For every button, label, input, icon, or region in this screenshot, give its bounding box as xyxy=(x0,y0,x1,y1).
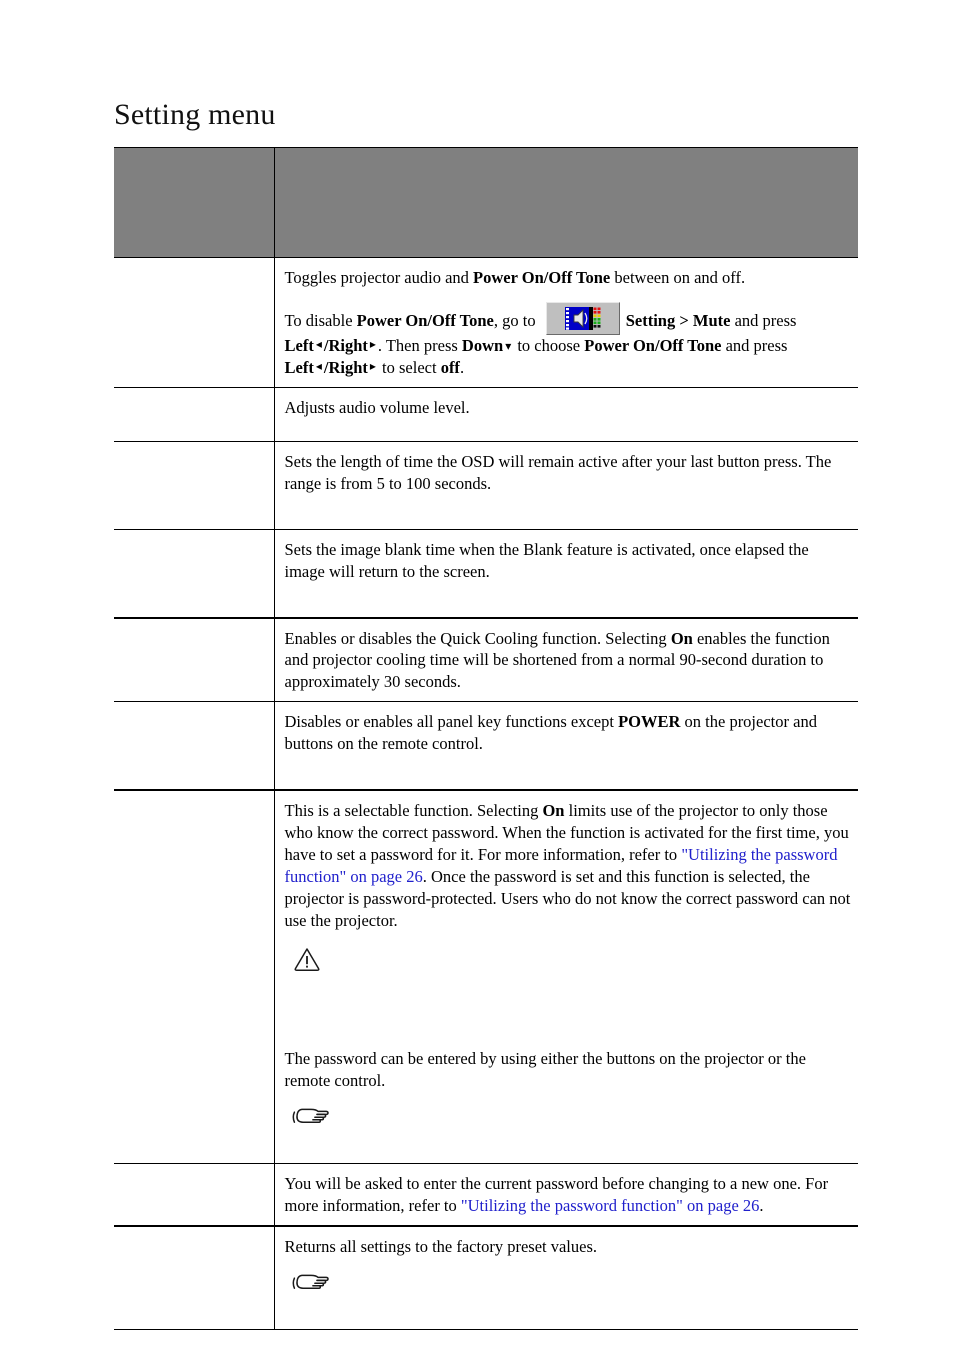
description-cell: Adjusts audio volume level. xyxy=(274,386,858,442)
table-row: You will be asked to enter the current p… xyxy=(114,1162,858,1227)
header-cell-function xyxy=(114,147,275,258)
paragraph: Enables or disables the Quick Cooling fu… xyxy=(285,628,853,694)
table-row: Enables or disables the Quick Cooling fu… xyxy=(114,616,858,703)
table-row: Sets the image blank time when the Blank… xyxy=(114,528,858,619)
table-header-row xyxy=(114,147,858,258)
text-run-bold: Power On/Off Tone xyxy=(584,335,722,355)
description-cell: This is a selectable function. Selecting… xyxy=(274,789,858,1164)
text-run: and press xyxy=(730,310,797,330)
paragraph: This is a selectable function. Selecting… xyxy=(285,800,853,932)
text-run: Enables or disables the Quick Cooling fu… xyxy=(284,628,671,648)
description-cell: Sets the length of time the OSD will rem… xyxy=(274,440,858,530)
function-cell xyxy=(114,1162,275,1227)
description-cell: Sets the image blank time when the Blank… xyxy=(274,528,858,619)
paragraph: Toggles projector audio and Power On/Off… xyxy=(285,267,853,289)
description-cell: You will be asked to enter the current p… xyxy=(274,1162,858,1227)
paragraph: To disable Power On/Off Tone, go to Sett… xyxy=(284,301,853,379)
function-label xyxy=(114,1227,274,1236)
function-label xyxy=(114,258,274,267)
audio-mute-icon-glyph xyxy=(564,306,601,330)
left-arrow-icon: ◂ xyxy=(315,336,322,351)
note-placeholder xyxy=(285,1301,853,1321)
paragraph: Adjusts audio volume level. xyxy=(284,397,470,417)
function-cell xyxy=(114,440,275,530)
paragraph: Disables or enables all panel key functi… xyxy=(285,711,853,755)
text-run: . Then press xyxy=(377,335,462,355)
right-arrow-icon: ▸ xyxy=(369,358,376,373)
paragraph: You will be asked to enter the current p… xyxy=(285,1173,853,1217)
function-cell xyxy=(114,701,275,791)
text-run: and press xyxy=(721,335,788,355)
function-label xyxy=(114,530,274,539)
text-run: between on and off. xyxy=(610,268,746,287)
text-run: To disable xyxy=(284,310,357,330)
paragraph: The password can be entered by using eit… xyxy=(284,1048,806,1090)
document-page: Setting menu Toggles projector audio and… xyxy=(0,0,954,1352)
table-row: Adjusts audio volume level. xyxy=(114,386,858,442)
text-run-bold: Power On/Off Tone xyxy=(356,310,494,330)
text-run-bold: /Right xyxy=(323,335,368,355)
function-cell xyxy=(114,257,275,388)
table-row: Disables or enables all panel key functi… xyxy=(114,701,858,791)
text-run-bold: On xyxy=(542,801,565,821)
function-label xyxy=(114,388,274,397)
page-title: Setting menu xyxy=(114,98,276,132)
text-run-bold: Down xyxy=(461,335,504,355)
cross-reference-link[interactable]: "Utilizing the password function" on pag… xyxy=(461,1196,760,1215)
text-run: to select xyxy=(377,357,441,377)
function-cell xyxy=(114,528,275,619)
text-run: , go to xyxy=(493,310,540,330)
table-row: Returns all settings to the factory pres… xyxy=(114,1224,858,1330)
description-cell: Disables or enables all panel key functi… xyxy=(274,701,858,791)
pointing-hand-icon xyxy=(292,1108,329,1123)
function-cell xyxy=(114,386,275,442)
description-cell: Enables or disables the Quick Cooling fu… xyxy=(274,616,858,703)
note-placeholder xyxy=(285,1135,853,1155)
text-run-bold: Power On/Off Tone xyxy=(473,268,611,287)
function-label xyxy=(114,791,274,800)
pointing-hand-icon xyxy=(292,1274,329,1289)
left-arrow-icon: ◂ xyxy=(315,358,322,373)
paragraph: Sets the image blank time when the Blank… xyxy=(284,539,809,581)
function-cell xyxy=(114,1224,275,1330)
function-label xyxy=(114,702,274,711)
table-row: Sets the length of time the OSD will rem… xyxy=(114,440,858,530)
table-row: This is a selectable function. Selecting… xyxy=(114,789,858,1164)
header-cell-description xyxy=(274,147,858,258)
description-cell: Returns all settings to the factory pres… xyxy=(274,1224,858,1330)
text-run: Toggles projector audio and xyxy=(284,268,474,287)
text-run-bold: /Right xyxy=(323,357,368,377)
down-arrow-icon: ▾ xyxy=(505,338,512,353)
note-placeholder xyxy=(285,972,853,1048)
warning-triangle-icon xyxy=(294,948,319,971)
text-run-bold: Setting > Mute xyxy=(625,310,731,330)
text-run-bold: POWER xyxy=(618,712,681,732)
function-cell xyxy=(114,789,275,1164)
setting-menu-table: Toggles projector audio and Power On/Off… xyxy=(114,147,858,1330)
function-label xyxy=(114,442,274,451)
right-arrow-icon: ▸ xyxy=(369,336,376,351)
text-run: . xyxy=(459,357,465,377)
text-run-bold: Left xyxy=(284,357,314,377)
description-cell: Toggles projector audio and Power On/Off… xyxy=(274,257,858,388)
text-run-bold: off xyxy=(440,357,460,377)
text-run: . xyxy=(759,1195,764,1215)
table-row: Toggles projector audio and Power On/Off… xyxy=(114,257,858,388)
text-run: This is a selectable function. Selecting xyxy=(284,801,543,821)
paragraph: Sets the length of time the OSD will rem… xyxy=(284,451,832,493)
text-run-bold: On xyxy=(670,628,693,648)
paragraph: Returns all settings to the factory pres… xyxy=(284,1236,598,1256)
audio-mute-icon xyxy=(545,301,620,335)
function-label xyxy=(114,1164,274,1173)
function-label xyxy=(114,619,274,628)
text-run: Disables or enables all panel key functi… xyxy=(284,712,619,732)
function-cell xyxy=(114,616,275,703)
text-run: to choose xyxy=(513,335,585,355)
text-run-bold: Left xyxy=(284,335,314,355)
